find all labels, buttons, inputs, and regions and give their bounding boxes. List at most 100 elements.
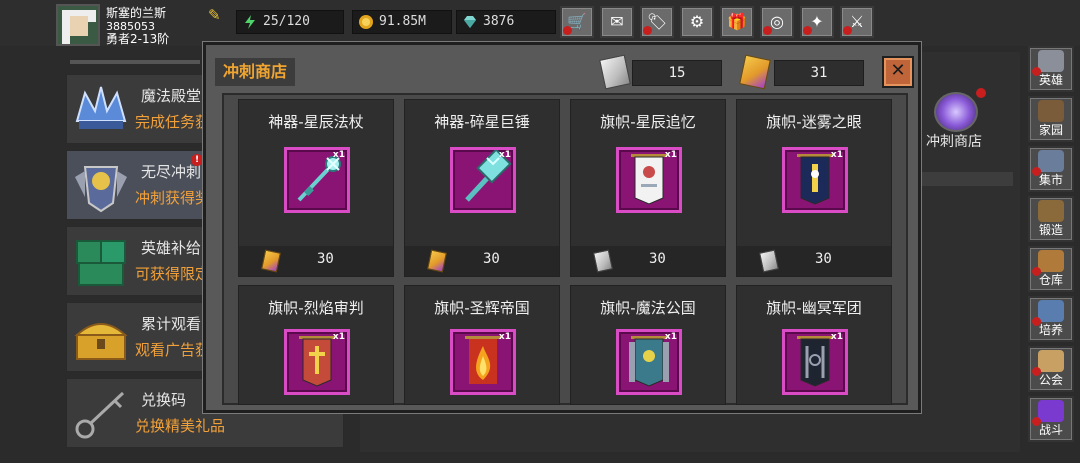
banner-chain-icon: x1: [782, 329, 848, 395]
gold-coin-icon: [359, 15, 373, 29]
star-hammer-icon: x1: [450, 147, 516, 213]
magic-wand-icon: ✦: [810, 12, 824, 31]
scroll-currency-icon: [593, 249, 613, 273]
gift-box-button[interactable]: 🏷: [640, 6, 674, 38]
item-quantity: x1: [498, 150, 511, 160]
player-rank: 勇者2-13阶: [106, 32, 170, 46]
notification-badge: [1032, 67, 1041, 76]
notification-badge: [563, 26, 572, 35]
knight-emblem-icon: [71, 157, 131, 215]
shop-item-card[interactable]: 神器-碎星巨锤 x1 30: [404, 99, 560, 277]
gold-value: 91.85M: [379, 14, 426, 29]
scroll-currency-icon: [599, 54, 631, 90]
notification-badge: [1032, 417, 1041, 426]
mail-button[interactable]: ✉: [600, 6, 634, 38]
guild-lion-icon: [1038, 350, 1064, 372]
item-quantity: x1: [664, 332, 677, 342]
energy-icon: [245, 15, 255, 29]
portal-badge: [976, 88, 986, 98]
banner-teal-icon: x1: [616, 329, 682, 395]
item-name: 旗帜-魔法公国: [600, 299, 696, 317]
hero-helmet-icon: [1038, 50, 1064, 72]
gem-currency-icon: [739, 54, 771, 90]
shop-item-card[interactable]: 旗帜-圣辉帝国 x1: [404, 285, 560, 405]
wheel-button[interactable]: ◎: [760, 6, 794, 38]
item-price: 30: [239, 246, 393, 276]
nav-storage[interactable]: 仓库: [1028, 246, 1074, 292]
edit-icon[interactable]: ✎: [208, 6, 228, 24]
treasure-chest-icon: [71, 309, 131, 367]
wheel-icon: ◎: [770, 12, 784, 31]
event-subtitle: 冲刺获得奖: [135, 189, 211, 207]
shop-item-grid: 神器-星辰法杖 x1 30 神器-碎星巨锤 x1 30 旗帜-星辰追忆 x1 3…: [222, 93, 908, 405]
close-button[interactable]: ✕: [882, 56, 914, 88]
item-price: 30: [737, 246, 891, 276]
notification-badge: [643, 26, 652, 35]
gold-counter: 91.85M: [352, 10, 452, 34]
list-top-divider: [70, 60, 200, 64]
nav-market-stall[interactable]: 集市: [1028, 146, 1074, 192]
storage-icon: [1038, 250, 1064, 272]
item-name: 旗帜-星辰追忆: [600, 113, 696, 131]
notification-badge: [1032, 167, 1041, 176]
notification-badge: !: [191, 154, 203, 166]
event-subtitle: 兑换精美礼品: [135, 417, 226, 435]
background-shop-label[interactable]: 冲刺商店: [926, 131, 982, 151]
portal-orb-icon[interactable]: [934, 92, 978, 132]
house-icon: [1038, 100, 1064, 122]
crystal-crown-icon: [71, 81, 131, 139]
scroll-currency-amount: 15: [632, 60, 722, 86]
item-price-value: 30: [317, 251, 334, 267]
player-name: 斯塞的兰斯: [106, 6, 167, 20]
nav-anvil-hammer[interactable]: 锻造: [1028, 196, 1074, 242]
banner-flame-icon: x1: [450, 329, 516, 395]
shop-dialog: 冲刺商店 15 31 ✕ 神器-星辰法杖 x1 30 神器-碎星巨锤 x1 30…: [203, 42, 921, 413]
dialog-title: 冲刺商店: [215, 58, 296, 86]
shop-item-card[interactable]: 旗帜-烈焰审判 x1: [238, 285, 394, 405]
nav-battle-portal[interactable]: 战斗: [1028, 396, 1074, 442]
shop-item-card[interactable]: 旗帜-迷雾之眼 x1 30: [736, 99, 892, 277]
shop-item-card[interactable]: 神器-星辰法杖 x1 30: [238, 99, 394, 277]
present-button[interactable]: 🎁: [720, 6, 754, 38]
notification-badge: [1032, 317, 1041, 326]
item-price-value: 30: [815, 251, 832, 267]
item-name: 旗帜-幽冥军团: [766, 299, 862, 317]
item-quantity: x1: [830, 332, 843, 342]
event-title: 英雄补给: [141, 239, 202, 257]
training-icon: [1038, 300, 1064, 322]
shop-item-card[interactable]: 旗帜-魔法公国 x1: [570, 285, 726, 405]
energy-value: 25/120: [263, 14, 310, 29]
nav-guild-lion[interactable]: 公会: [1028, 346, 1074, 392]
item-name: 旗帜-迷雾之眼: [766, 113, 862, 131]
crossed-swords-button[interactable]: ⚔: [840, 6, 874, 38]
notification-badge: [1032, 367, 1041, 376]
item-quantity: x1: [332, 332, 345, 342]
key-icon: [71, 385, 131, 443]
nav-label: 锻造: [1038, 223, 1063, 237]
shop-item-card[interactable]: 旗帜-幽冥军团 x1: [736, 285, 892, 405]
nav-hero-helmet[interactable]: 英雄: [1028, 46, 1074, 92]
item-price-value: 30: [649, 251, 666, 267]
shop-cart-button[interactable]: 🛒: [560, 6, 594, 38]
item-name: 神器-星辰法杖: [268, 113, 364, 131]
notification-badge: [763, 26, 772, 35]
magic-wand-button[interactable]: ✦: [800, 6, 834, 38]
event-title: 累计观看: [141, 315, 202, 333]
gem-currency-icon: [261, 249, 281, 273]
notification-badge: [843, 26, 852, 35]
supply-crates-icon: [71, 233, 131, 291]
shop-item-card[interactable]: 旗帜-星辰追忆 x1 30: [570, 99, 726, 277]
background-strip: [921, 172, 1013, 186]
item-price: 30: [571, 246, 725, 276]
player-avatar[interactable]: [56, 4, 100, 46]
banner-red-cross-icon: x1: [284, 329, 350, 395]
scroll-currency-icon: [759, 249, 779, 273]
mail-icon: ✉: [610, 12, 624, 31]
nav-house[interactable]: 家园: [1028, 96, 1074, 142]
nav-training[interactable]: 培养: [1028, 296, 1074, 342]
settings-button[interactable]: ⚙: [680, 6, 714, 38]
event-title: 兑换码: [141, 391, 187, 409]
item-quantity: x1: [830, 150, 843, 160]
item-name: 神器-碎星巨锤: [434, 113, 530, 131]
star-staff-icon: x1: [284, 147, 350, 213]
